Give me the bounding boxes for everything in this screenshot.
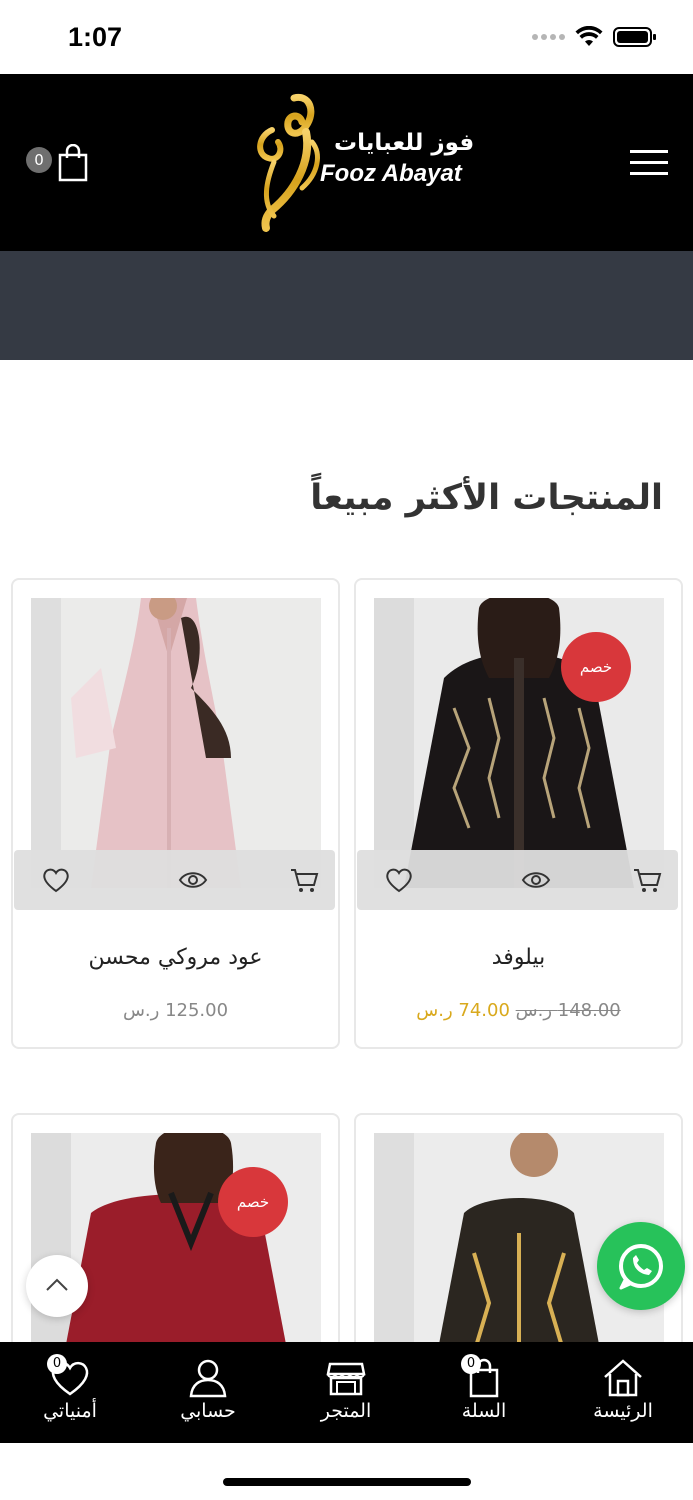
product-old-price: 148.00 ر.س [515, 1000, 621, 1021]
add-to-cart-icon[interactable] [289, 866, 319, 894]
wishlist-heart-icon[interactable] [384, 866, 414, 894]
status-time: 1:07 [68, 22, 123, 52]
status-bar: 1:07 [0, 0, 693, 74]
nav-label: حسابي [180, 1400, 236, 1422]
user-icon [189, 1359, 227, 1398]
product-card[interactable]: خصم [11, 1113, 340, 1373]
logo-text-arabic: فوز للعبايات [334, 130, 475, 156]
battery-icon [613, 27, 656, 47]
site-logo[interactable]: فوز للعبايات Fooz Abayat [250, 92, 474, 234]
header-cart-button[interactable]: 0 [24, 144, 90, 188]
nav-account[interactable]: حسابي [153, 1342, 263, 1443]
wishlist-count-badge: 0 [47, 1354, 67, 1374]
product-price: 125.00 ر.س [122, 1000, 229, 1021]
product-action-bar [357, 850, 678, 910]
logo-text-english: Fooz Abayat [320, 160, 462, 187]
nav-label: أمنياتي [43, 1400, 97, 1422]
nav-store[interactable]: المتجر [291, 1342, 401, 1443]
shopping-bag-icon [58, 144, 88, 182]
nav-label: المتجر [320, 1400, 372, 1422]
chevron-up-icon [46, 1278, 68, 1291]
site-header: 0 فوز للعبايات Fooz Abayat [0, 74, 693, 251]
product-name[interactable]: عود مروكي محسن [13, 945, 338, 970]
hero-banner [0, 251, 693, 360]
store-icon [326, 1362, 366, 1396]
product-action-bar [14, 850, 335, 910]
add-to-cart-icon[interactable] [632, 866, 662, 894]
product-sale-price: 74.00 ر.س [416, 1000, 510, 1021]
nav-label: الرئيسة [593, 1400, 653, 1422]
sale-badge: خصم [218, 1167, 288, 1237]
hamburger-menu-icon[interactable] [630, 150, 668, 178]
scroll-to-top-button[interactable] [26, 1255, 88, 1317]
wishlist-heart-icon[interactable] [41, 866, 71, 894]
logo-mark-icon [257, 93, 320, 232]
bottom-navigation: 0 أمنياتي حسابي المتجر 0 السلة الرئيسة [0, 1342, 693, 1443]
nav-wishlist[interactable]: 0 أمنياتي [15, 1342, 125, 1443]
whatsapp-icon [619, 1244, 663, 1290]
nav-cart[interactable]: 0 السلة [429, 1342, 539, 1443]
quick-view-eye-icon[interactable] [178, 866, 208, 894]
cellular-signal-icon [532, 34, 565, 40]
sale-badge: خصم [561, 632, 631, 702]
section-title: المنتجات الأكثر مبيعاً [310, 478, 663, 518]
product-image[interactable] [31, 1133, 321, 1371]
product-price-row: 148.00 ر.س 74.00 ر.س [356, 1000, 681, 1021]
whatsapp-chat-button[interactable] [597, 1222, 685, 1310]
nav-label: السلة [461, 1400, 507, 1422]
nav-home[interactable]: الرئيسة [568, 1342, 678, 1443]
product-card[interactable]: عود مروكي محسن 125.00 ر.س [11, 578, 340, 1049]
product-image[interactable] [31, 598, 321, 888]
quick-view-eye-icon[interactable] [521, 866, 551, 894]
cart-count-badge: 0 [26, 147, 52, 173]
home-indicator[interactable] [223, 1478, 471, 1486]
cart-count-badge: 0 [461, 1354, 481, 1374]
wifi-icon [575, 26, 603, 46]
status-icons [532, 26, 657, 48]
product-card[interactable]: خصم بيلوفد 148.00 ر.س 74.00 ر.س [354, 578, 683, 1049]
product-name[interactable]: بيلوفد [356, 945, 681, 970]
home-icon [604, 1359, 642, 1397]
product-price-row: 125.00 ر.س [13, 1000, 338, 1021]
